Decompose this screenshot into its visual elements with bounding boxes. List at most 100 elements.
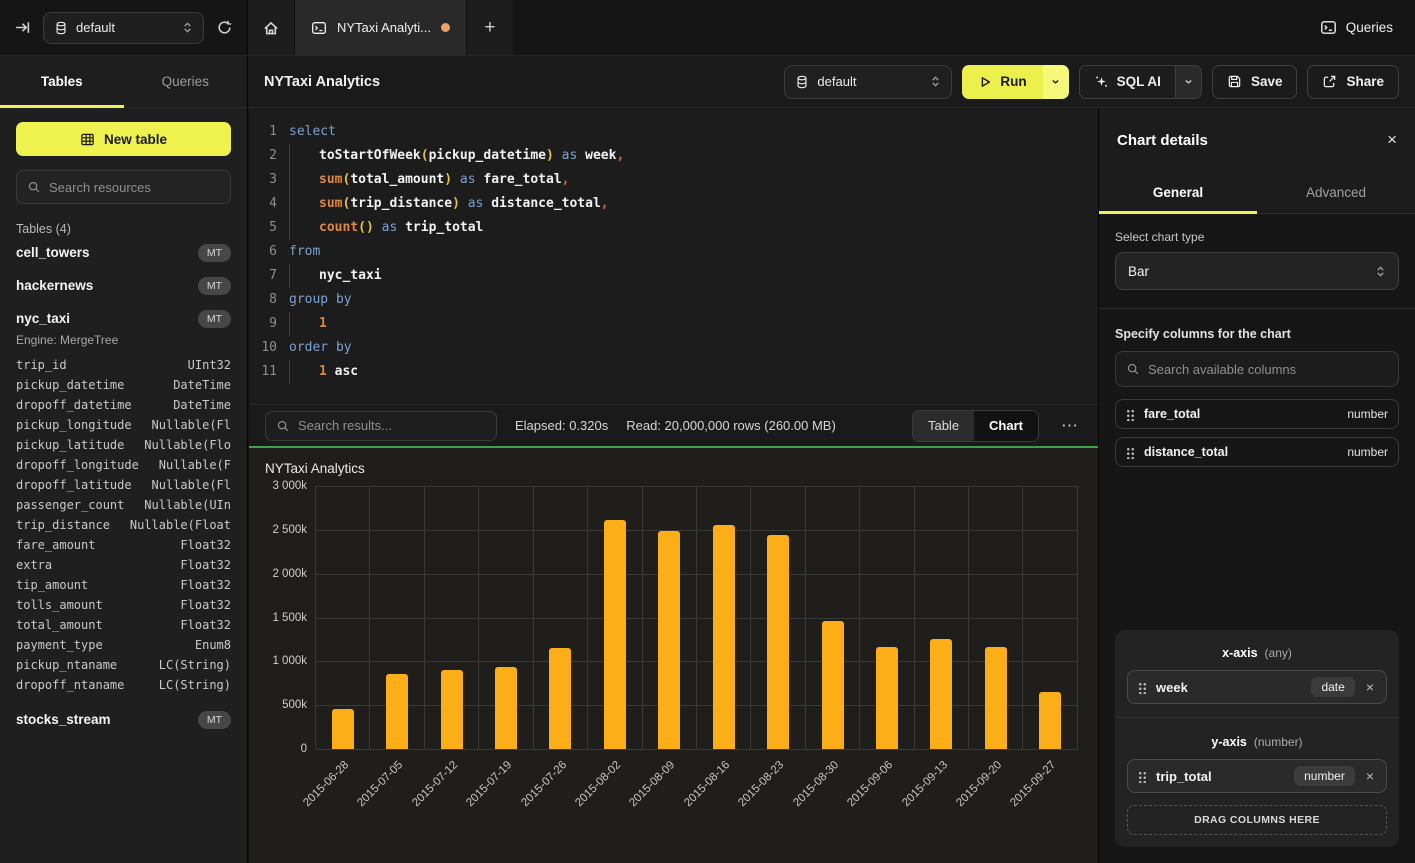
drag-handle-icon[interactable]: [1126, 408, 1135, 421]
code-text: 1 asc: [289, 360, 358, 384]
bar-2015-08-30[interactable]: [822, 621, 844, 749]
editor-line: 4sum(trip_distance) as distance_total,: [259, 192, 1098, 216]
chart-type-value: Bar: [1128, 264, 1149, 279]
queries-button[interactable]: Queries: [1320, 0, 1393, 55]
chart-column: 2015-09-27: [1023, 486, 1077, 749]
bar-2015-08-02[interactable]: [604, 520, 626, 749]
database-selector[interactable]: default: [43, 12, 204, 44]
code-text: order by: [289, 336, 352, 360]
sidebar-tab-tables[interactable]: Tables: [0, 56, 124, 107]
collapse-sidebar-button[interactable]: [14, 19, 31, 36]
sidebar-tab-queries[interactable]: Queries: [124, 56, 248, 107]
x-tick-label: 2015-08-02: [573, 759, 623, 809]
view-segment-chart[interactable]: Chart: [974, 411, 1038, 441]
drag-handle-icon[interactable]: [1126, 446, 1135, 459]
x-tick-label: 2015-08-16: [682, 759, 732, 809]
code-text: sum(trip_distance) as distance_total,: [289, 192, 609, 216]
available-column-fare_total[interactable]: fare_totalnumber: [1115, 399, 1399, 429]
results-search[interactable]: [265, 411, 497, 441]
table-item-hackernews[interactable]: hackernewsMT: [16, 269, 231, 302]
new-tab-button[interactable]: +: [467, 0, 513, 55]
sql-ai-button[interactable]: SQL AI: [1080, 66, 1175, 98]
indent-guide: [289, 312, 319, 336]
home-icon: [262, 19, 280, 37]
tab-nytaxi-analytics[interactable]: NYTaxi Analyti...: [294, 0, 467, 55]
token: (: [421, 148, 429, 163]
resource-search-input[interactable]: [49, 180, 220, 195]
x-axis-label: x-axis: [1222, 646, 1257, 660]
drag-handle-icon[interactable]: [1138, 681, 1147, 694]
database-selector-value: default: [817, 74, 922, 89]
queries-button-label: Queries: [1346, 20, 1393, 35]
share-icon: [1322, 74, 1337, 89]
table-item-stocks_stream[interactable]: stocks_streamMT: [16, 703, 231, 736]
database-selector-value: default: [76, 20, 174, 35]
drag-columns-dropzone[interactable]: DRAG COLUMNS HERE: [1127, 805, 1387, 835]
view-segment-table[interactable]: Table: [913, 411, 974, 441]
refresh-button[interactable]: [216, 19, 233, 36]
bar-2015-06-28[interactable]: [332, 709, 354, 749]
bar-2015-09-27[interactable]: [1039, 692, 1061, 749]
x-axis-column-chip[interactable]: week date ×: [1127, 670, 1387, 704]
new-table-button[interactable]: New table: [16, 122, 231, 156]
bar-chart-plot: 2015-06-282015-07-052015-07-122015-07-19…: [315, 486, 1078, 749]
line-number: 1: [259, 120, 289, 144]
run-button-label: Run: [1000, 74, 1026, 89]
table-item-cell_towers[interactable]: cell_towersMT: [16, 236, 231, 269]
bar-2015-07-05[interactable]: [386, 674, 408, 749]
sql-ai-options-button[interactable]: [1175, 66, 1201, 98]
run-button[interactable]: Run: [962, 65, 1042, 99]
run-options-button[interactable]: [1043, 65, 1069, 99]
bar-2015-07-19[interactable]: [495, 667, 517, 749]
bar-2015-09-06[interactable]: [876, 647, 898, 749]
bar-2015-07-12[interactable]: [441, 670, 463, 749]
resource-search[interactable]: [16, 170, 231, 204]
terminal-icon: [1320, 19, 1337, 36]
share-button[interactable]: Share: [1307, 65, 1399, 99]
panel-tab-advanced[interactable]: Advanced: [1257, 172, 1415, 213]
bar-2015-09-20[interactable]: [985, 647, 1007, 749]
line-number: 5: [259, 216, 289, 240]
table-engine: Engine: MergeTree: [16, 333, 231, 347]
token: [554, 148, 562, 163]
y-axis-column-chip[interactable]: trip_total number ×: [1127, 759, 1387, 793]
token: ): [546, 148, 554, 163]
indent-guide: [289, 168, 319, 192]
column-search[interactable]: [1115, 351, 1399, 387]
remove-y-column-button[interactable]: ×: [1364, 768, 1376, 784]
drag-handle-icon[interactable]: [1138, 770, 1147, 783]
panel-tab-general[interactable]: General: [1099, 172, 1257, 213]
results-search-input[interactable]: [298, 418, 486, 433]
chart-type-select[interactable]: Bar: [1115, 252, 1399, 290]
column-name: trip_id: [16, 358, 67, 372]
bar-2015-08-16[interactable]: [713, 525, 735, 749]
token: [460, 196, 468, 211]
chart-column: 2015-07-26: [534, 486, 588, 749]
bar-2015-09-13[interactable]: [930, 639, 952, 749]
sparkles-icon: [1094, 74, 1109, 89]
column-item: trip_distanceNullable(Float: [16, 515, 231, 535]
save-button[interactable]: Save: [1212, 65, 1298, 99]
sql-editor[interactable]: 1select2toStartOfWeek(pickup_datetime) a…: [249, 108, 1098, 404]
bar-2015-08-23[interactable]: [767, 535, 789, 749]
close-panel-button[interactable]: ×: [1387, 130, 1397, 150]
line-number: 7: [259, 264, 289, 288]
bar-2015-07-26[interactable]: [549, 648, 571, 749]
bar-2015-08-09[interactable]: [658, 531, 680, 749]
table-item-nyc_taxi[interactable]: nyc_taxiMT: [16, 302, 231, 335]
gridline: [316, 749, 1078, 750]
line-number: 8: [259, 288, 289, 312]
column-name: dropoff_datetime: [16, 398, 132, 412]
more-options-button[interactable]: ⋯: [1057, 416, 1082, 436]
available-columns: fare_totalnumber distance_totalnumber: [1115, 399, 1399, 467]
updown-chevron-icon: [1375, 265, 1386, 278]
remove-x-column-button[interactable]: ×: [1364, 679, 1376, 695]
x-tick-label: 2015-09-20: [954, 759, 1004, 809]
database-selector-header[interactable]: default: [784, 65, 952, 99]
home-button[interactable]: [248, 0, 294, 55]
chart-column: 2015-08-09: [643, 486, 697, 749]
available-column-distance_total[interactable]: distance_totalnumber: [1115, 437, 1399, 467]
chart-column: 2015-09-06: [860, 486, 914, 749]
column-name: pickup_latitude: [16, 438, 124, 452]
column-search-input[interactable]: [1148, 362, 1388, 377]
